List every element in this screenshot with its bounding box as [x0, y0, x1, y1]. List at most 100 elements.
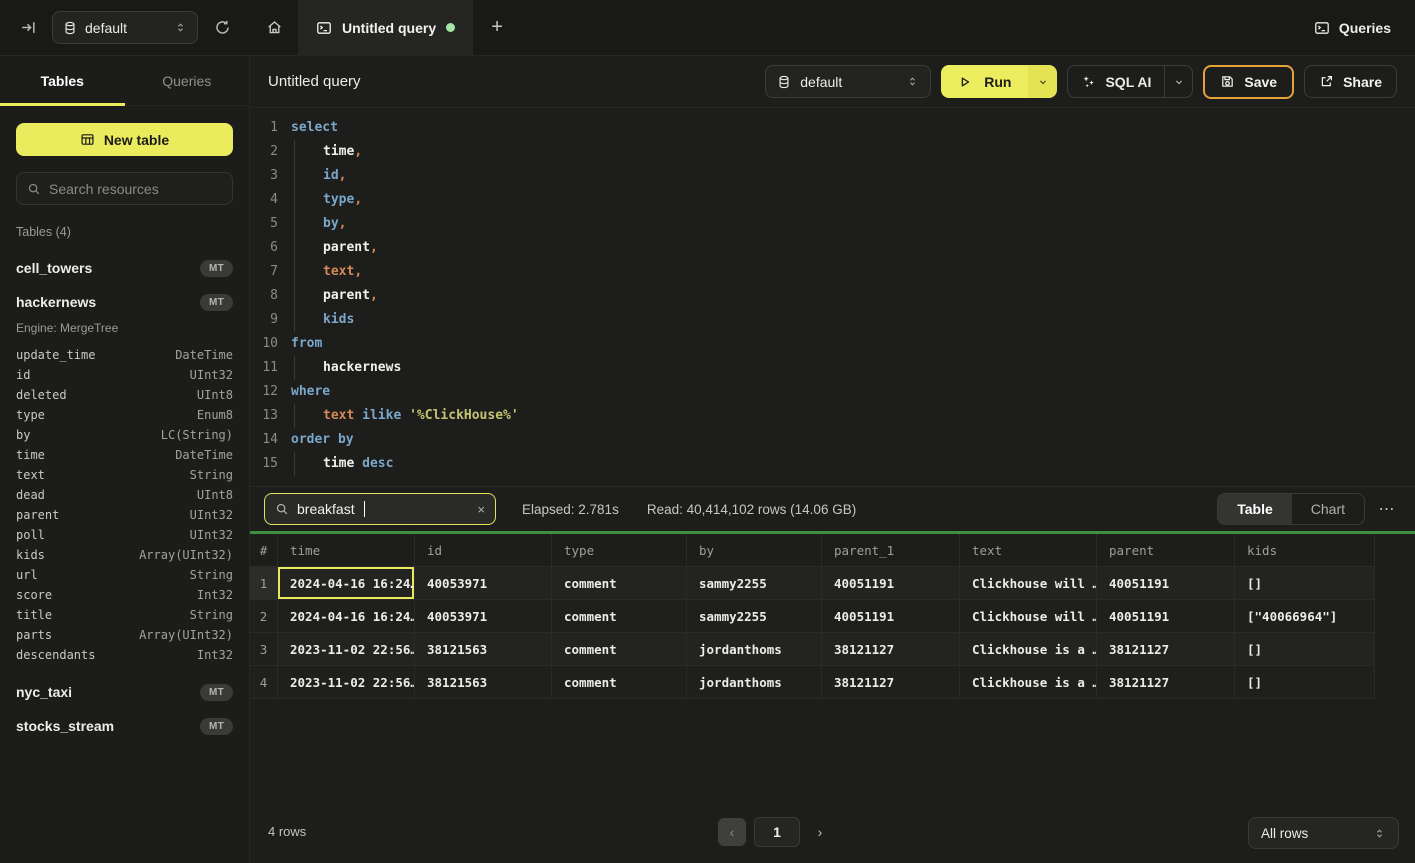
home-tab[interactable] [250, 0, 298, 55]
elapsed-stat: Elapsed: 2.781s [522, 502, 619, 517]
column-header-text[interactable]: text [960, 534, 1097, 567]
sidebar-collapse-icon[interactable] [16, 16, 40, 40]
column-header-#[interactable]: # [250, 534, 278, 567]
new-table-button[interactable]: New table [16, 123, 233, 156]
table-cell[interactable]: 2024-04-16 16:24… [278, 600, 415, 633]
save-button-label: Save [1244, 74, 1277, 90]
queries-button[interactable]: Queries [1290, 0, 1415, 55]
sidebar-table-hackernews[interactable]: hackernewsMT [16, 287, 233, 317]
table-cell[interactable]: Clickhouse is a … [960, 666, 1097, 699]
clear-filter-icon[interactable]: × [477, 502, 485, 517]
table-cell[interactable]: [] [1235, 633, 1375, 666]
table-cell[interactable]: 40051191 [822, 600, 960, 633]
column-header-kids[interactable]: kids [1235, 534, 1375, 567]
column-name: text [16, 468, 45, 482]
sidebar-tab-queries[interactable]: Queries [125, 56, 250, 105]
query-title: Untitled query [268, 73, 361, 90]
column-row: partsArray(UInt32) [16, 625, 233, 645]
table-cell[interactable]: comment [552, 666, 687, 699]
table-cell[interactable]: 38121127 [822, 633, 960, 666]
table-cell[interactable]: [] [1235, 567, 1375, 600]
sidebar-table-cell_towers[interactable]: cell_towersMT [16, 253, 233, 283]
new-tab-button[interactable]: + [473, 0, 521, 55]
tables-section-label: Tables (4) [16, 225, 233, 239]
table-cell[interactable]: 38121127 [1097, 666, 1235, 699]
query-database-selector[interactable]: default [765, 65, 931, 98]
column-row: scoreInt32 [16, 585, 233, 605]
refresh-icon[interactable] [210, 16, 234, 40]
table-cell[interactable]: 2023-11-02 22:56… [278, 633, 415, 666]
column-row: typeEnum8 [16, 405, 233, 425]
sidebar-table-nyc_taxi[interactable]: nyc_taxiMT [16, 677, 233, 707]
row-number[interactable]: 1 [250, 567, 278, 600]
resource-search-input[interactable] [49, 181, 222, 197]
row-number[interactable]: 4 [250, 666, 278, 699]
share-button[interactable]: Share [1304, 65, 1397, 98]
sidebar-tab-tables[interactable]: Tables [0, 56, 125, 105]
table-cell[interactable]: comment [552, 633, 687, 666]
code-line: 9kids [250, 308, 1415, 332]
sidebar-table-stocks_stream[interactable]: stocks_streamMT [16, 711, 233, 741]
table-cell[interactable]: 2024-04-16 16:24… [278, 567, 415, 600]
chevron-down-icon [1173, 76, 1185, 88]
table-name: hackernews [16, 294, 96, 310]
line-number: 6 [250, 236, 278, 260]
table-cell[interactable]: comment [552, 600, 687, 633]
table-cell[interactable]: 40051191 [822, 567, 960, 600]
table-cell[interactable]: 40053971 [415, 567, 552, 600]
view-toggle-table[interactable]: Table [1218, 494, 1292, 524]
table-cell[interactable]: 2023-11-02 22:56… [278, 666, 415, 699]
table-cell[interactable]: sammy2255 [687, 567, 822, 600]
table-cell[interactable]: 40051191 [1097, 600, 1235, 633]
code-content: parent, [291, 284, 378, 308]
results-filter-input[interactable]: breakfast × [264, 493, 496, 525]
code-content: where [291, 380, 330, 404]
table-cell[interactable]: 38121563 [415, 633, 552, 666]
page-size-selector[interactable]: All rows [1248, 817, 1399, 849]
table-cell[interactable]: 38121127 [1097, 633, 1235, 666]
table-cell[interactable]: 40051191 [1097, 567, 1235, 600]
table-cell[interactable]: Clickhouse is a … [960, 633, 1097, 666]
column-name: deleted [16, 388, 67, 402]
table-cell[interactable]: 40053971 [415, 600, 552, 633]
sql-editor[interactable]: 1select2time,3id,4type,5by,6parent,7text… [250, 108, 1415, 487]
table-cell[interactable]: jordanthoms [687, 666, 822, 699]
sql-ai-caret[interactable] [1164, 66, 1192, 97]
tab-untitled-query[interactable]: Untitled query [298, 0, 473, 55]
column-header-id[interactable]: id [415, 534, 552, 567]
topbar-database-selector[interactable]: default [52, 11, 198, 44]
save-button[interactable]: Save [1203, 65, 1294, 99]
table-cell[interactable]: 38121563 [415, 666, 552, 699]
table-cell[interactable]: 38121127 [822, 666, 960, 699]
column-header-type[interactable]: type [552, 534, 687, 567]
column-header-parent[interactable]: parent [1097, 534, 1235, 567]
tab-label: Untitled query [342, 20, 436, 36]
table-cell[interactable]: [] [1235, 666, 1375, 699]
run-options-caret[interactable] [1028, 65, 1057, 98]
line-number: 13 [250, 404, 278, 428]
more-options-icon[interactable]: ⋯ [1373, 499, 1401, 519]
table-cell[interactable]: comment [552, 567, 687, 600]
column-header-time[interactable]: time [278, 534, 415, 567]
column-row: update_timeDateTime [16, 345, 233, 365]
column-header-by[interactable]: by [687, 534, 822, 567]
code-line: 7text, [250, 260, 1415, 284]
table-cell[interactable]: Clickhouse will … [960, 600, 1097, 633]
column-header-parent_1[interactable]: parent_1 [822, 534, 960, 567]
sql-ai-button[interactable]: SQL AI [1068, 74, 1164, 90]
table-cell[interactable]: ["40066964"] [1235, 600, 1375, 633]
view-toggle-chart[interactable]: Chart [1292, 494, 1364, 524]
row-number[interactable]: 2 [250, 600, 278, 633]
next-page-button[interactable]: › [808, 818, 832, 846]
sidebar: Tables Queries New table Tables (4) cell… [0, 56, 250, 863]
table-cell[interactable]: sammy2255 [687, 600, 822, 633]
code-line: 11hackernews [250, 356, 1415, 380]
row-number[interactable]: 3 [250, 633, 278, 666]
table-cell[interactable]: jordanthoms [687, 633, 822, 666]
column-type: Int32 [197, 648, 233, 662]
prev-page-button[interactable]: ‹ [718, 818, 746, 846]
table-cell[interactable]: Clickhouse will … [960, 567, 1097, 600]
run-button[interactable]: Run [941, 65, 1028, 98]
resource-search[interactable] [16, 172, 233, 205]
column-type: UInt8 [197, 388, 233, 402]
